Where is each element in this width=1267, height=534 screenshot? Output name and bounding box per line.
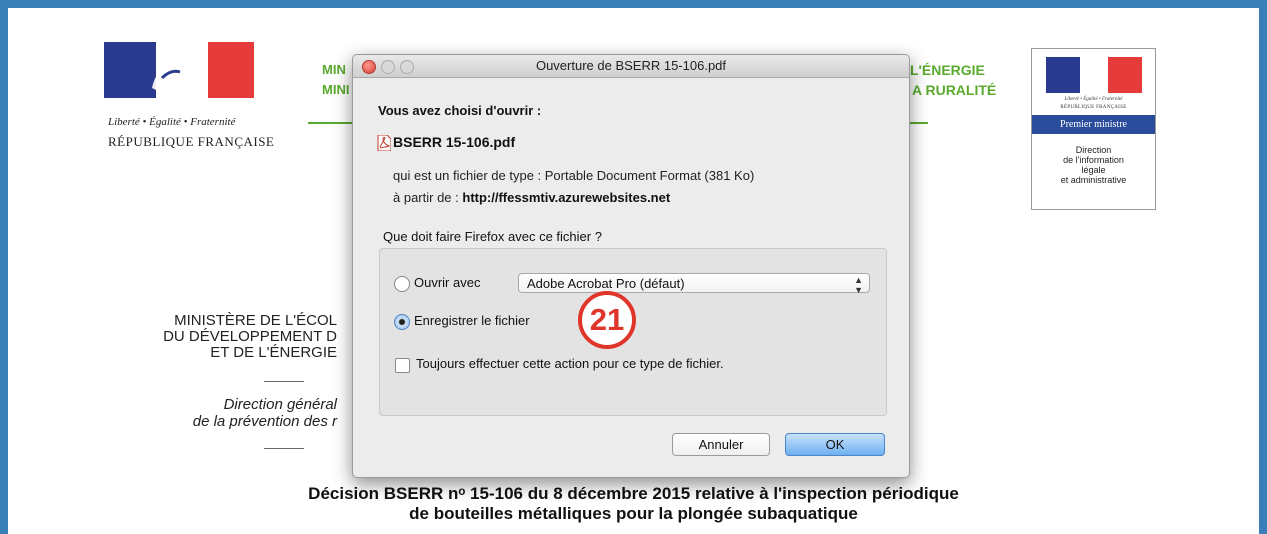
pm-direction-line: de l'information <box>1063 155 1124 165</box>
always-do-this-checkbox[interactable] <box>395 358 410 373</box>
decision-title-1: Décision BSERR nᵒ 15-106 du 8 décembre 2… <box>308 484 959 503</box>
file-name: BSERR 15-106.pdf <box>393 134 516 150</box>
application-select[interactable]: Adobe Acrobat Pro (défaut) ▲ ▼ <box>518 273 870 295</box>
pm-direction-line: Direction <box>1075 145 1112 155</box>
ministry-header-right-1: L'ÉNERGIE <box>910 62 985 78</box>
pm-direction: Direction de l'information légale et adm… <box>1032 145 1155 185</box>
document-page: Liberté • Égalité • Fraternité RÉPUBLIQU… <box>8 8 1259 534</box>
ministry-line-2: DU DÉVELOPPEMENT D <box>163 328 337 345</box>
pm-bar: Premier ministre <box>1032 115 1155 134</box>
direction-line-2: de la prévention des r <box>192 413 337 430</box>
save-file-radio[interactable] <box>394 314 410 330</box>
motto: Liberté • Égalité • Fraternité <box>108 116 236 128</box>
dialog-title: Ouverture de BSERR 15-106.pdf <box>535 58 727 73</box>
download-dialog: Ouverture de BSERR 15-106.pdf Vous avez … <box>352 54 910 478</box>
ministry-line-1: MINISTÈRE DE L'ÉCOL <box>174 312 337 329</box>
direction-line-1: Direction général <box>223 396 337 413</box>
cancel-button[interactable]: Annuler <box>672 433 770 456</box>
ministry-header-left-2: MINI <box>322 82 350 97</box>
step-number-annotation: 21 <box>578 291 636 349</box>
open-with-label[interactable]: Ouvrir avec <box>414 275 480 290</box>
divider <box>264 448 304 449</box>
pm-motto: Liberté • Égalité • Fraternité <box>1064 97 1123 102</box>
application-select-value: Adobe Acrobat Pro (défaut) <box>527 276 685 291</box>
always-do-this-label[interactable]: Toujours effectuer cette action pour ce … <box>416 356 724 371</box>
marianne-profile-icon <box>152 56 190 94</box>
ministry-line-3: ET DE L'ÉNERGIE <box>210 344 337 361</box>
pm-direction-line: légale <box>1081 165 1106 175</box>
pm-direction-line: et administrative <box>1060 175 1127 185</box>
ministry-header-right-2: A RURALITÉ <box>912 82 997 98</box>
pdf-file-icon <box>377 135 391 151</box>
file-type: qui est un fichier de type : Portable Do… <box>393 168 755 183</box>
republique-francaise: RÉPUBLIQUE FRANÇAISE <box>108 134 275 149</box>
decision-title-2: de bouteilles métalliques pour la plongé… <box>409 504 858 523</box>
source-url: http://ffessmtiv.azurewebsites.net <box>462 190 671 205</box>
open-with-radio[interactable] <box>394 276 410 292</box>
source-prefix: à partir de : <box>393 190 463 205</box>
ministry-header-left-1: MIN <box>322 62 346 77</box>
ok-button[interactable]: OK <box>785 433 885 456</box>
dialog-heading: Vous avez choisi d'ouvrir : <box>378 103 542 118</box>
action-question: Que doit faire Firefox avec ce fichier ? <box>383 229 602 244</box>
save-file-label[interactable]: Enregistrer le fichier <box>414 313 530 328</box>
file-source: à partir de : http://ffessmtiv.azurewebs… <box>393 190 670 205</box>
marianne-logo <box>104 42 259 100</box>
divider <box>264 381 304 382</box>
select-arrows-icon: ▲ ▼ <box>854 275 863 295</box>
dialog-titlebar[interactable]: Ouverture de BSERR 15-106.pdf <box>353 55 909 78</box>
premier-ministre-logo: Liberté • Égalité • Fraternité RÉPUBLIQU… <box>1031 48 1156 210</box>
pm-republique: RÉPUBLIQUE FRANÇAISE <box>1060 105 1127 110</box>
